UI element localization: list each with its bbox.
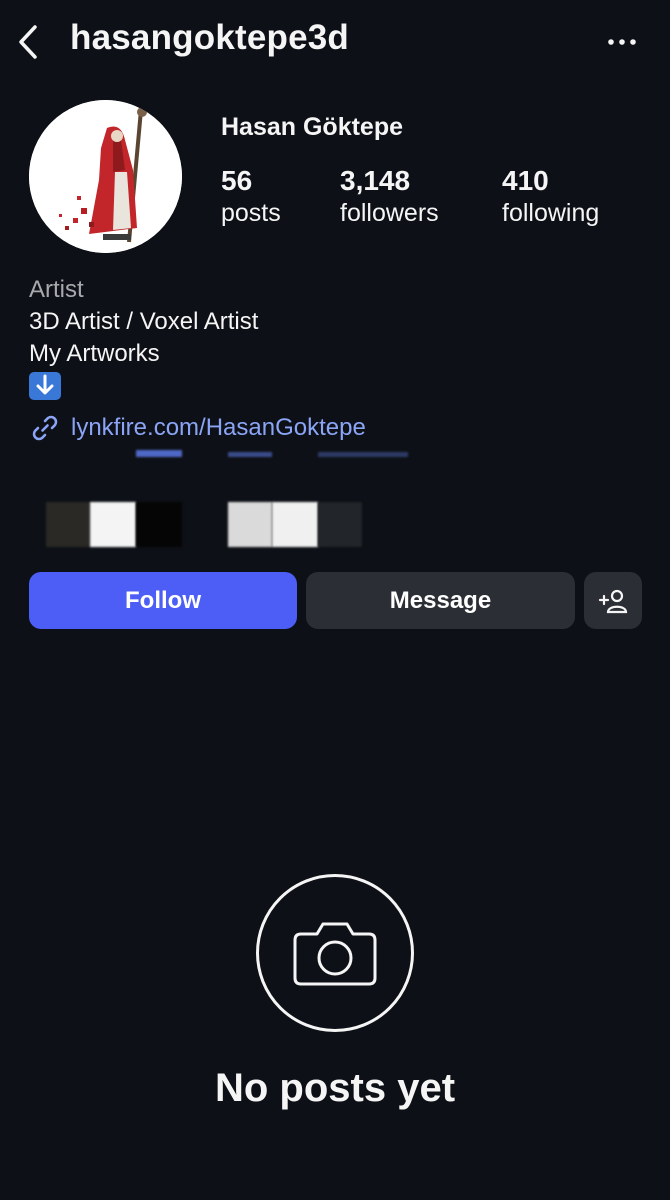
avatar[interactable] <box>29 100 182 253</box>
more-horizontal-icon <box>608 39 636 45</box>
empty-state-icon-circle <box>256 874 414 1032</box>
bio: Artist 3D Artist / Voxel Artist My Artwo… <box>29 274 258 407</box>
stat-following[interactable]: 410 following <box>502 164 599 228</box>
posts-count: 56 <box>221 165 253 196</box>
profile-username: hasangoktepe3d <box>70 18 349 57</box>
stat-followers[interactable]: 3,148 followers <box>340 164 439 228</box>
message-button[interactable]: Message <box>306 572 575 629</box>
bio-line-2: My Artworks <box>29 340 160 367</box>
bio-emoji <box>29 370 258 407</box>
followers-label: followers <box>340 199 439 227</box>
add-person-icon <box>598 589 628 613</box>
bio-line-1: 3D Artist / Voxel Artist <box>29 308 259 335</box>
chevron-left-icon <box>19 25 37 59</box>
more-options-button[interactable] <box>604 30 640 54</box>
following-count: 410 <box>502 165 549 196</box>
display-name: Hasan Göktepe <box>221 113 404 141</box>
bio-link[interactable]: lynkfire.com/HasanGoktepe <box>29 410 366 446</box>
followers-count: 3,148 <box>340 165 411 196</box>
camera-icon <box>293 922 377 986</box>
top-bar: hasangoktepe3d <box>0 0 670 84</box>
stat-posts[interactable]: 56 posts <box>221 164 281 228</box>
following-label: following <box>502 199 600 227</box>
bio-category: Artist <box>29 276 84 303</box>
back-button[interactable] <box>10 20 46 64</box>
link-icon <box>32 415 58 441</box>
suggest-users-button[interactable] <box>584 572 642 629</box>
down-arrow-emoji-icon <box>29 372 61 400</box>
follow-button[interactable]: Follow <box>29 572 297 629</box>
bio-link-text: lynkfire.com/HasanGoktepe <box>71 414 366 441</box>
avatar-image <box>29 100 182 253</box>
posts-label: posts <box>221 199 281 227</box>
empty-state-text: No posts yet <box>214 1066 456 1110</box>
